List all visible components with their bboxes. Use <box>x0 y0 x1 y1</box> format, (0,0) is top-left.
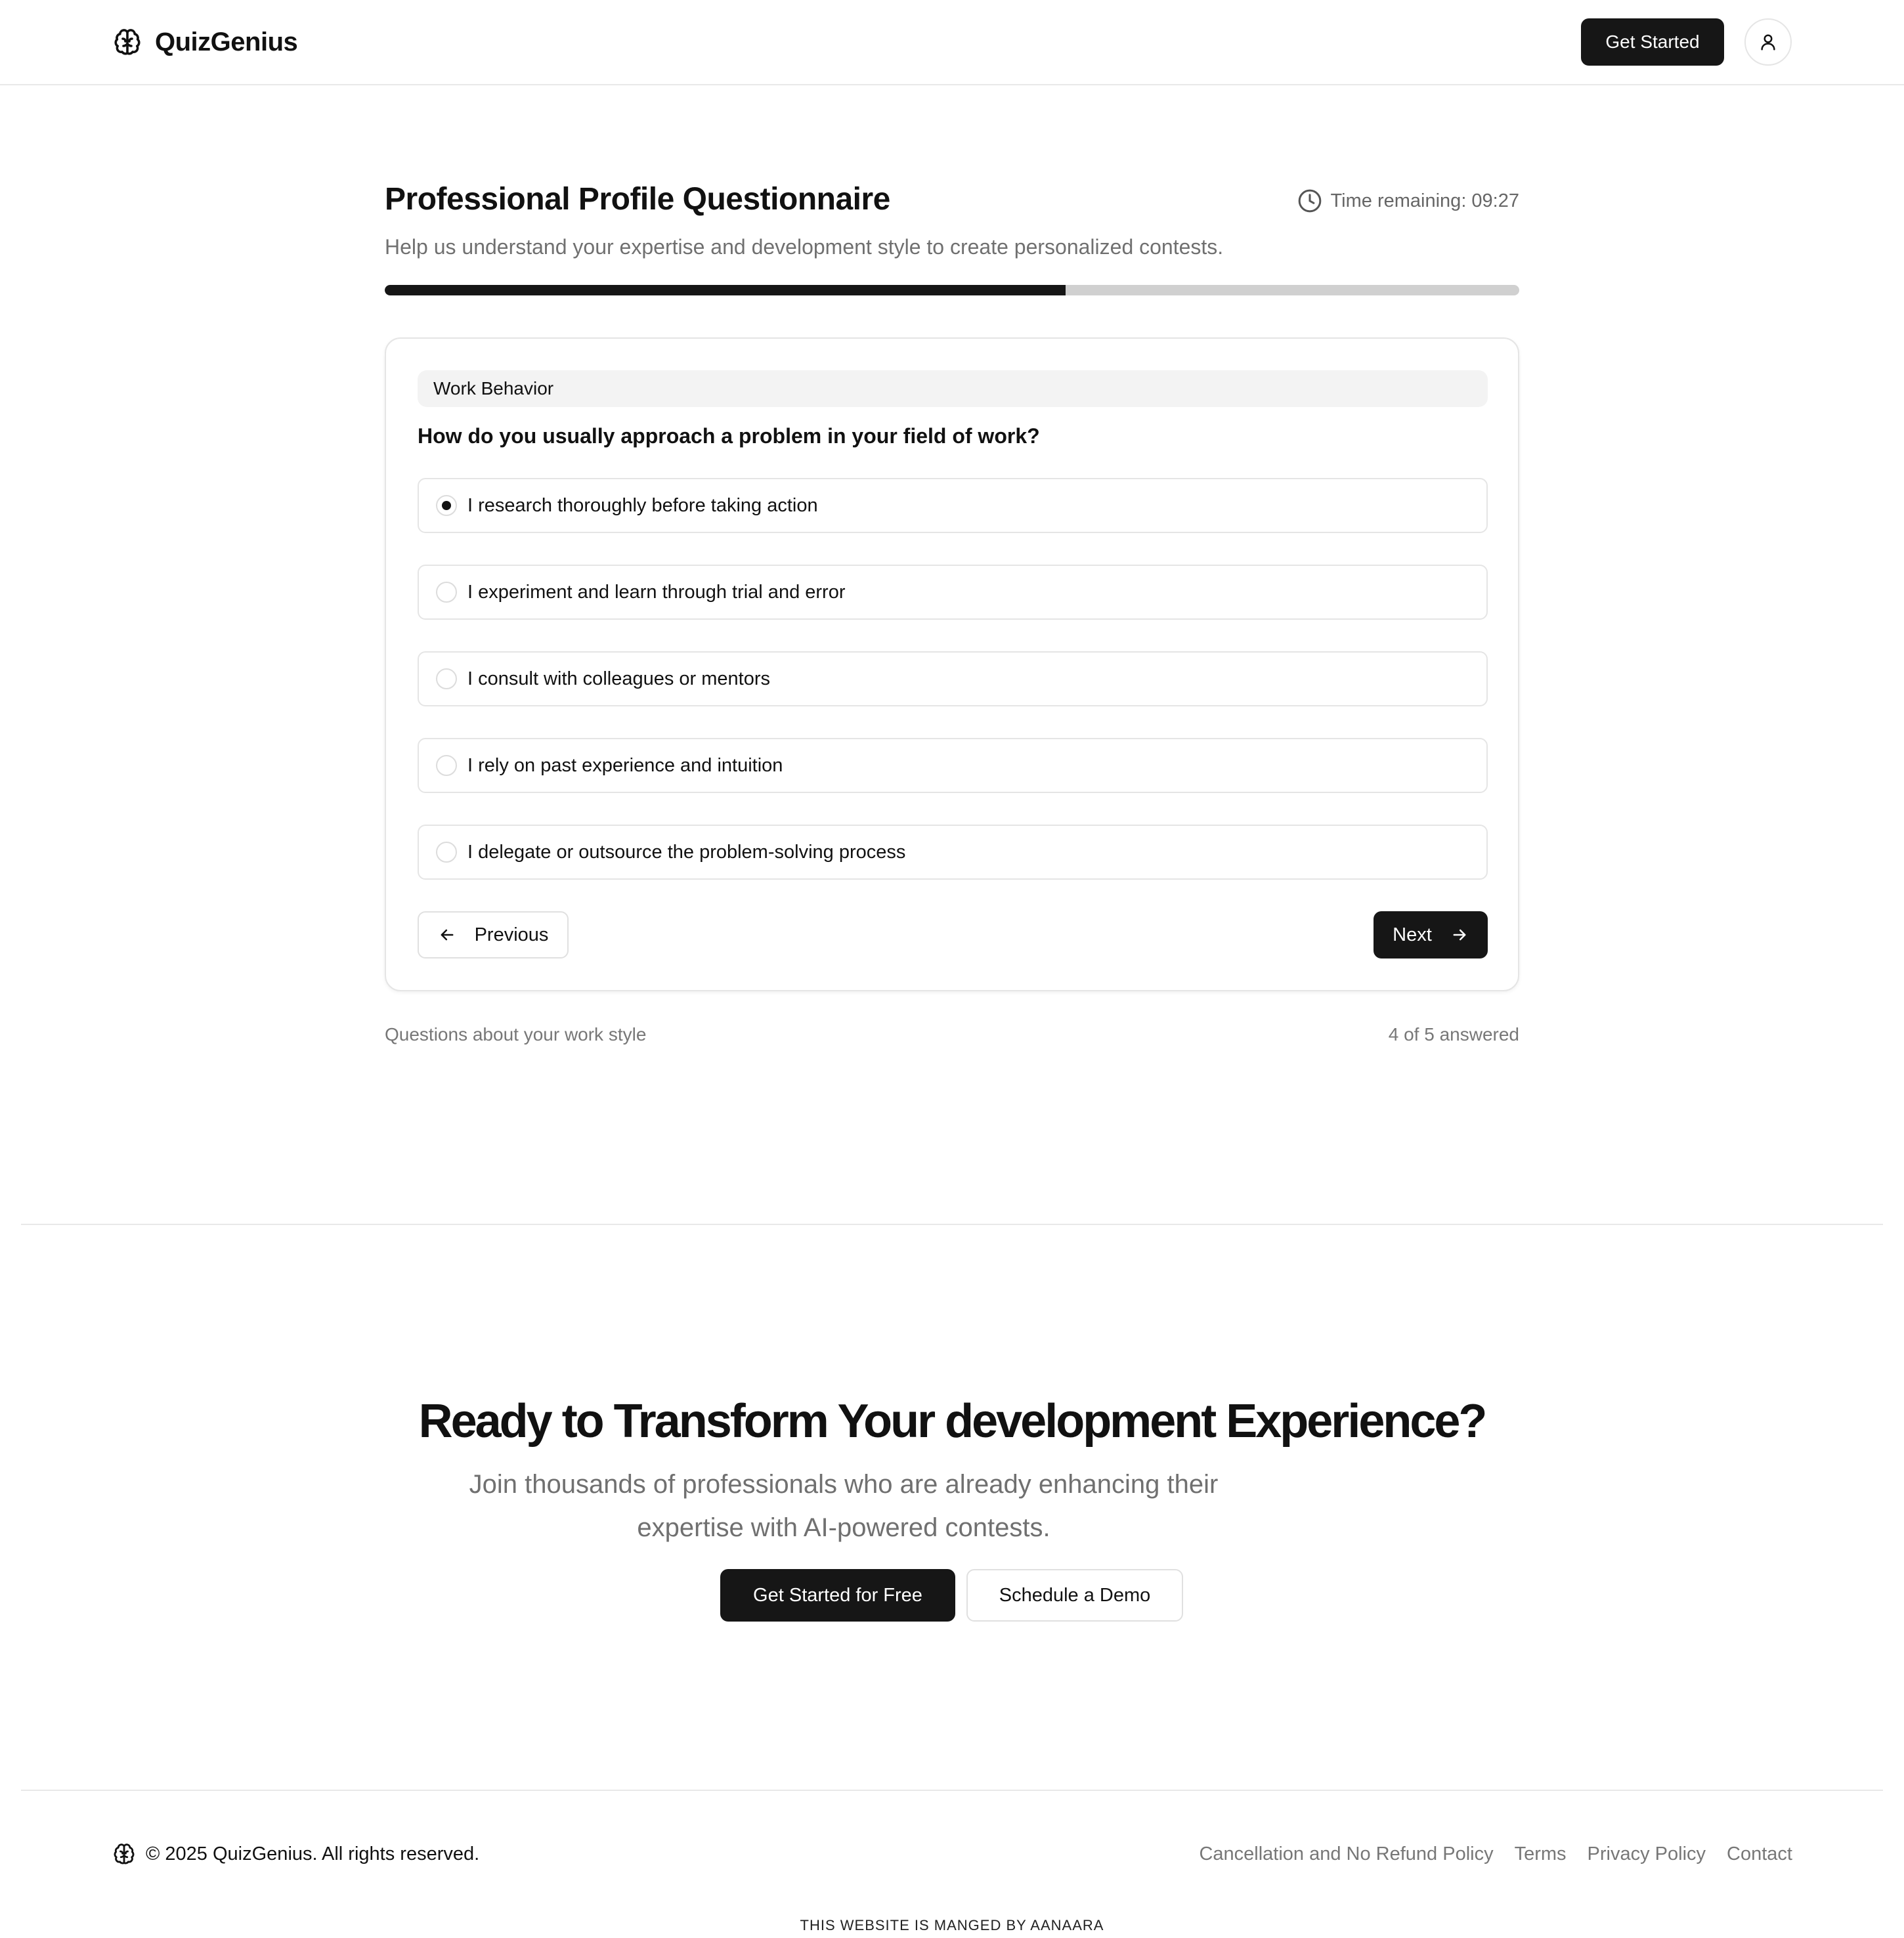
arrow-left-icon <box>441 929 454 941</box>
footer-brand: © 2025 QuizGenius. All rights reserved. <box>112 1841 479 1867</box>
answer-option-label: I delegate or outsource the problem-solv… <box>467 841 906 863</box>
radio-dot <box>442 501 451 510</box>
brand-name: QuizGenius <box>155 27 298 56</box>
user-icon <box>1761 34 1775 51</box>
brand-logo[interactable]: QuizGenius <box>112 24 298 60</box>
answer-option-label: I consult with colleagues or mentors <box>467 668 770 689</box>
time-remaining-label: Time remaining: 09:27 <box>1330 190 1519 211</box>
answer-option[interactable]: I delegate or outsource the problem-solv… <box>418 825 1488 880</box>
radio-unselected[interactable] <box>436 668 457 689</box>
top-navbar: QuizGenius Get Started <box>0 0 1904 85</box>
answer-option[interactable]: I consult with colleagues or mentors <box>418 651 1488 706</box>
page-title: Professional Profile Questionnaire <box>385 182 890 217</box>
question-category: Work Behavior <box>418 370 1488 407</box>
answer-option[interactable]: I rely on past experience and intuition <box>418 738 1488 793</box>
radio-unselected[interactable] <box>436 842 457 863</box>
footer-link-terms[interactable]: Terms <box>1515 1843 1567 1865</box>
answer-option-label: I rely on past experience and intuition <box>467 754 783 776</box>
footer-links: Cancellation and No Refund Policy Terms … <box>1178 1841 1792 1867</box>
radio-unselected[interactable] <box>436 755 457 776</box>
footer-divider <box>21 1790 1883 1791</box>
schedule-demo-button[interactable]: Schedule a Demo <box>966 1569 1183 1622</box>
cta-subtitle: Join thousands of professionals who are … <box>469 1470 1219 1542</box>
answer-option-label: I experiment and learn through trial and… <box>467 581 846 603</box>
brain-icon <box>114 29 141 55</box>
user-menu-button[interactable] <box>1744 18 1792 66</box>
question-text: How do you usually approach a problem in… <box>418 424 1040 448</box>
next-button[interactable]: Next <box>1374 911 1488 958</box>
footer-link-contact[interactable]: Contact <box>1727 1843 1792 1865</box>
answer-option-label: I research thoroughly before taking acti… <box>467 494 818 516</box>
question-card: Work Behavior How do you usually approac… <box>385 337 1519 991</box>
section-divider <box>21 1224 1883 1225</box>
progress-fill <box>385 285 1066 295</box>
progress-bar <box>385 285 1519 295</box>
get-started-button[interactable]: Get Started <box>1581 18 1724 66</box>
brain-icon <box>114 1843 135 1864</box>
get-started-free-button[interactable]: Get Started for Free <box>720 1569 955 1622</box>
arrow-right-icon <box>1453 929 1466 941</box>
radio-unselected[interactable] <box>436 582 457 603</box>
footer-link-privacy-policy[interactable]: Privacy Policy <box>1588 1843 1706 1865</box>
answer-option[interactable]: I experiment and learn through trial and… <box>418 565 1488 620</box>
copyright-text: © 2025 QuizGenius. All rights reserved. <box>146 1843 480 1864</box>
cta-title: Ready to Transform Your development Expe… <box>418 1395 1488 1448</box>
time-remaining: Time remaining: 09:27 <box>1297 186 1519 215</box>
clock-icon <box>1298 189 1321 213</box>
previous-label: Previous <box>474 924 549 945</box>
managed-by-note: THIS WEBSITE IS MANGED BY AANAARA <box>800 1917 1104 1933</box>
answered-count: 4 of 5 answered <box>1388 1024 1519 1044</box>
section-note: Questions about your work style <box>385 1024 647 1044</box>
radio-selected[interactable] <box>436 495 457 516</box>
page-subtitle: Help us understand your expertise and de… <box>385 235 1224 259</box>
answer-option[interactable]: I research thoroughly before taking acti… <box>418 478 1488 533</box>
footer-link-refund-policy[interactable]: Cancellation and No Refund Policy <box>1199 1843 1493 1865</box>
previous-button[interactable]: Previous <box>418 911 569 958</box>
answer-options: I research thoroughly before taking acti… <box>418 478 1488 911</box>
next-label: Next <box>1393 924 1432 945</box>
